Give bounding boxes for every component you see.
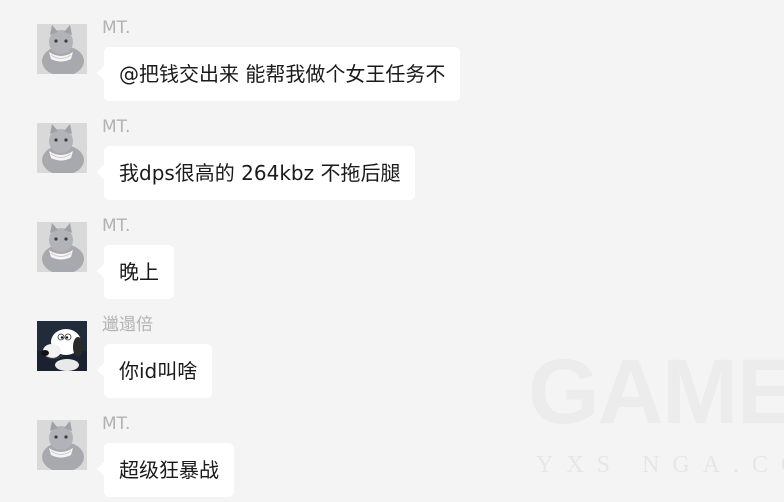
chat-message: MT. 晚上 bbox=[0, 201, 784, 301]
chat-message: MT. 我dps很高的 264kbz 不拖后腿 bbox=[0, 102, 784, 202]
sender-name: MT. bbox=[102, 414, 131, 434]
sender-name: MT. bbox=[102, 117, 131, 137]
chat-message: 邋遢倍 你id叫啥 bbox=[0, 300, 784, 400]
cartoon-dog-avatar[interactable] bbox=[37, 321, 87, 371]
message-bubble[interactable]: @把钱交出来 能帮我做个女王任务不 bbox=[96, 47, 461, 101]
cat-avatar[interactable] bbox=[37, 24, 87, 74]
message-bubble[interactable]: 超级狂暴战 bbox=[97, 443, 234, 497]
chat-message: MT. @把钱交出来 能帮我做个女王任务不 bbox=[0, 3, 784, 103]
chat-message: MT. 超级狂暴战 bbox=[0, 399, 784, 499]
cat-avatar[interactable] bbox=[37, 420, 87, 470]
sender-name: 邋遢倍 bbox=[102, 315, 153, 335]
cat-avatar[interactable] bbox=[37, 123, 87, 173]
message-bubble[interactable]: 你id叫啥 bbox=[96, 344, 213, 398]
message-bubble[interactable]: 晚上 bbox=[97, 245, 174, 299]
sender-name: MT. bbox=[102, 18, 131, 38]
chat-message-list: MT. @把钱交出来 能帮我做个女王任务不 MT. 我dps很高的 264kbz… bbox=[0, 0, 784, 502]
message-bubble[interactable]: 我dps很高的 264kbz 不拖后腿 bbox=[96, 146, 416, 200]
sender-name: MT. bbox=[102, 216, 131, 236]
cat-avatar[interactable] bbox=[37, 222, 87, 272]
